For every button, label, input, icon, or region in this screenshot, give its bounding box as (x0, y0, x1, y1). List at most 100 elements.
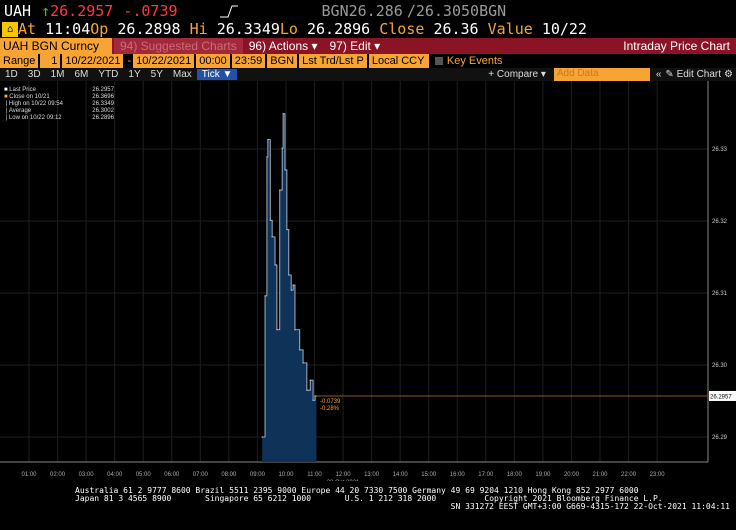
x-tick-label: 07:00 (193, 472, 209, 478)
period-bar: 1D 3D 1M 6M YTD 1Y 5Y Max Tick ▼ + Compa… (0, 68, 736, 81)
x-tick-label: 11:00 (307, 472, 322, 478)
date-label: 22 Oct 2021 (327, 480, 360, 481)
net-change: -.0739 (123, 2, 178, 20)
x-tick-label: 19:00 (535, 472, 551, 478)
legend-label: High on 10/22 09:54 (8, 101, 63, 107)
low: 26.2896 (307, 20, 371, 38)
x-tick-label: 13:00 (364, 472, 380, 478)
hi-label: Hi (189, 20, 208, 38)
legend-label: Average (8, 108, 32, 114)
price-point (261, 436, 263, 438)
x-tick-label: 02:00 (50, 472, 66, 478)
end-time-input[interactable]: 23:59 (231, 54, 266, 68)
tab-3d[interactable]: 3D (23, 69, 46, 80)
suggested-charts-button[interactable]: 94) Suggested Charts (114, 38, 243, 54)
price-point (282, 113, 284, 115)
price-point (312, 399, 314, 401)
x-tick-label: 17:00 (478, 472, 494, 478)
currency-select[interactable]: Local CCY (368, 54, 429, 68)
footer-session: SN 331272 EEST GMT+3:00 G669-4315-172 22… (450, 502, 730, 511)
range-days-input[interactable]: 1 (40, 54, 61, 68)
separator: / (406, 2, 416, 20)
add-data-input[interactable]: Add Data (553, 68, 650, 81)
footer: Australia 61 2 9777 8600 Brazil 5511 239… (0, 487, 736, 511)
end-date-input[interactable]: 10/22/2021 (133, 54, 195, 68)
price-point (309, 379, 311, 381)
legend-item: | Average 26.3002 (4, 108, 114, 114)
collapse-icon[interactable]: « (656, 69, 662, 80)
x-tick-label: 01:00 (21, 472, 37, 478)
compare-button[interactable]: + Compare ▾ (488, 69, 546, 80)
tab-ytd[interactable]: YTD (93, 69, 123, 80)
tab-1d[interactable]: 1D (0, 69, 23, 80)
at-label: At (18, 20, 37, 38)
price-point (269, 219, 271, 221)
key-events-checkbox[interactable] (434, 57, 443, 65)
x-tick-label: 12:00 (336, 472, 352, 478)
range-bar: Range 1 10/22/2021 - 10/22/2021 00:00 23… (0, 54, 736, 68)
start-time-input[interactable]: 00:00 (196, 54, 230, 68)
last-price: 26.2957 (50, 2, 114, 20)
bid-source: BGN (321, 2, 349, 20)
tab-1y[interactable]: 1Y (123, 69, 145, 80)
lo-label: Lo (279, 20, 298, 38)
price-point (288, 274, 290, 276)
y-tick-label: 26.33 (712, 147, 728, 153)
source-input[interactable]: BGN (267, 54, 298, 68)
last-price-tag-label: 26.2957 (710, 394, 732, 400)
tab-5y[interactable]: 5Y (146, 69, 168, 80)
page-title: Intraday Price Chart (623, 39, 730, 53)
quote-header: UAH ↑ 26.2957 -.0739 BGN 26.286 /26.3050 B… (0, 2, 736, 20)
settings-gear-icon[interactable]: ⚙ (724, 69, 733, 80)
legend-value: 26.3002 (92, 108, 114, 114)
key-events-label: Key Events (446, 55, 503, 67)
price-point (306, 389, 308, 391)
tab-1m[interactable]: 1M (46, 69, 70, 80)
x-tick-label: 18:00 (507, 472, 523, 478)
ticker: UAH (4, 2, 32, 20)
price-point (264, 295, 266, 297)
price-point (279, 189, 281, 191)
actions-menu[interactable]: 96) Actions ▾ (243, 39, 324, 53)
value-label: Value (487, 20, 533, 38)
close-label: Close (379, 20, 425, 38)
legend-value: 26.2957 (92, 87, 114, 93)
up-arrow-icon: ↑ (41, 2, 51, 20)
legend-item: ■ Close on 10/21 26.3696 (4, 94, 114, 100)
x-tick-label: 09:00 (250, 472, 266, 478)
edit-chart-button[interactable]: ✎ Edit Chart (665, 69, 721, 80)
bloomberg-logo-icon: ⌂ (2, 21, 18, 37)
ask-source: BGN (479, 2, 507, 20)
tab-tick[interactable]: Tick ▼ (196, 69, 238, 80)
security-field[interactable]: UAH BGN Curncy (0, 38, 112, 54)
legend-label: Last Price (9, 87, 36, 93)
tab-max[interactable]: Max (168, 69, 197, 80)
x-tick-label: 20:00 (564, 472, 580, 478)
close: 26.36 (433, 20, 479, 38)
price-mode-select[interactable]: Lst Trd/Lst P (299, 54, 367, 68)
price-point (294, 329, 296, 331)
x-tick-label: 16:00 (450, 472, 466, 478)
legend-value: 26.3349 (92, 101, 114, 107)
time: 11:04 (45, 20, 91, 38)
chart-legend: ■ Last Price 26.2957 ■ Close on 10/21 26.3… (4, 87, 114, 122)
price-point (302, 362, 304, 364)
range-label: Range (0, 54, 39, 68)
x-tick-label: 14:00 (393, 472, 409, 478)
price-point (314, 395, 316, 397)
x-tick-label: 03:00 (79, 472, 95, 478)
legend-value: 26.3696 (92, 94, 114, 100)
edit-menu[interactable]: 97) Edit ▾ (323, 39, 386, 53)
y-tick-label: 26.30 (712, 363, 728, 369)
y-tick-label: 26.32 (712, 219, 728, 225)
x-tick-label: 21:00 (592, 472, 608, 478)
y-tick-label: 26.29 (712, 435, 728, 441)
price-point (267, 139, 269, 141)
pct-change-label: -0.28% (320, 406, 340, 412)
price-point (299, 349, 301, 351)
tab-6m[interactable]: 6M (70, 69, 94, 80)
price-chart[interactable]: 01:00 02:00 03:00 04:00 05:00 06:00 07:00 08:00… (0, 81, 736, 481)
legend-label: Low on 10/22 09:12 (8, 115, 62, 121)
legend-item: | High on 10/22 09:54 26.3349 (4, 101, 114, 107)
start-date-input[interactable]: 10/22/2021 (62, 54, 124, 68)
